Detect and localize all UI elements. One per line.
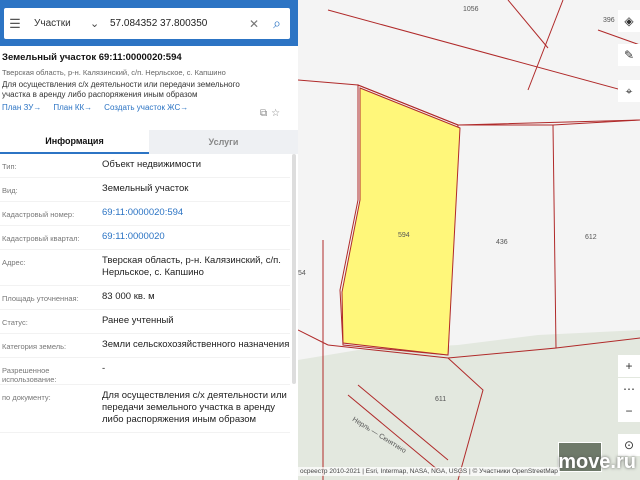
row-label: Статус: xyxy=(2,318,28,327)
table-row: Статус: Ранее учтенный xyxy=(0,310,290,334)
star-icon[interactable]: ☆ xyxy=(271,108,280,119)
parcel-label: 54 xyxy=(298,270,306,277)
tabs: Информация Услуги xyxy=(0,130,298,154)
cadastral-quarter-link[interactable]: 69:11:0000020 xyxy=(102,226,290,249)
info-panel: Земельный участок 69:11:0000020:594 Твер… xyxy=(0,46,298,480)
parcel-label: 611 xyxy=(435,396,447,403)
row-label: Площадь уточненная: xyxy=(2,294,79,303)
menu-icon[interactable]: ☰ xyxy=(4,8,26,39)
search-box: ☰ Участки ⌄ 57.084352 37.800350 ✕ ⌕ xyxy=(4,8,290,39)
ruler-icon[interactable]: ✎ xyxy=(618,44,640,66)
parcel-purpose: Для осуществления с/х деятельности или п… xyxy=(2,80,240,99)
zoom-in-button[interactable]: + xyxy=(618,355,640,377)
parcel-label: 612 xyxy=(585,234,597,241)
table-row: Кадастровый номер: 69:11:0000020:594 xyxy=(0,202,290,226)
plan-kk-link[interactable]: План КК→ xyxy=(53,103,92,112)
selected-parcel-594[interactable] xyxy=(341,87,461,356)
clear-icon[interactable]: ✕ xyxy=(244,17,264,31)
tab-services[interactable]: Услуги xyxy=(149,130,298,154)
row-value: Объект недвижимости xyxy=(102,159,202,170)
parcel-label: 594 xyxy=(398,232,410,239)
parcel-label: 396 xyxy=(603,17,615,24)
tab-info[interactable]: Информация xyxy=(0,130,149,154)
row-value: Земельный участок xyxy=(102,183,189,194)
table-row: Кадастровый квартал: 69:11:0000020 xyxy=(0,226,290,250)
cadastral-number-link[interactable]: 69:11:0000020:594 xyxy=(102,202,290,225)
row-value: - xyxy=(102,363,106,374)
row-value: Ранее учтенный xyxy=(102,315,174,326)
row-value: Земли сельскохозяйственного назначения xyxy=(102,339,290,350)
table-row: Адрес: Тверская область, р-н. Калязинский… xyxy=(0,250,290,286)
map-view[interactable]: 1056 396 594 436 612 54 611 Нерль — Скня… xyxy=(298,0,640,480)
row-label: Кадастровый номер: xyxy=(2,210,75,219)
parcel-title: Земельный участок 69:11:0000020:594 xyxy=(2,52,182,63)
row-label: Разрешенное использование: xyxy=(2,366,57,384)
plan-zu-link[interactable]: План ЗУ→ xyxy=(2,103,41,112)
panel-actions: ⧉ ☆ xyxy=(256,108,280,119)
row-value: Для осуществления с/х деятельности или п… xyxy=(102,390,287,425)
table-row: Тип: Объект недвижимости xyxy=(0,154,290,178)
table-row: Площадь уточненная: 83 000 кв. м xyxy=(0,286,290,310)
locate-icon[interactable]: ⌖ xyxy=(618,80,640,102)
row-value: Тверская область, р-н. Калязинский, с/п.… xyxy=(102,255,281,278)
chevron-down-icon[interactable]: ⌄ xyxy=(90,17,108,30)
layers-icon[interactable]: ◈ xyxy=(618,10,640,32)
search-type-select[interactable]: Участки xyxy=(26,18,90,29)
scrollbar[interactable] xyxy=(292,154,296,384)
parcel-label: 436 xyxy=(496,239,508,246)
search-icon[interactable]: ⌕ xyxy=(264,15,290,32)
row-label: Вид: xyxy=(2,186,18,195)
more-icon[interactable]: ⋯ xyxy=(618,378,640,400)
row-label: Адрес: xyxy=(2,258,26,267)
parcel-label: 1056 xyxy=(463,6,479,13)
row-label: Кадастровый квартал: xyxy=(2,234,80,243)
parcel-links: План ЗУ→ План КК→ Создать участок ЖС→ xyxy=(2,103,294,112)
watermark-logo: move.ru xyxy=(558,451,636,473)
parcel-address: Тверская область, р-н. Калязинский, с/п.… xyxy=(2,68,226,77)
map-attribution: осреестр 2010-2021 | Esri, Intermap, NAS… xyxy=(298,467,560,476)
row-label: по документу: xyxy=(2,393,51,402)
zoom-out-button[interactable]: − xyxy=(618,400,640,422)
table-row: Категория земель: Земли сельскохозяйствен… xyxy=(0,334,290,358)
row-label: Тип: xyxy=(2,162,17,171)
copy-icon[interactable]: ⧉ xyxy=(260,108,267,119)
create-parcel-link[interactable]: Создать участок ЖС→ xyxy=(104,103,188,112)
table-row: Вид: Земельный участок xyxy=(0,178,290,202)
search-input[interactable]: 57.084352 37.800350 xyxy=(108,18,244,29)
row-label: Категория земель: xyxy=(2,342,67,351)
row-value: 83 000 кв. м xyxy=(102,291,155,302)
top-bar: ☰ Участки ⌄ 57.084352 37.800350 ✕ ⌕ ‹ xyxy=(0,0,310,46)
table-row: по документу: Для осуществления с/х деяте… xyxy=(0,385,290,433)
info-table: Тип: Объект недвижимости Вид: Земельный уч… xyxy=(0,154,290,433)
table-row: Разрешенное использование: - xyxy=(0,358,290,385)
